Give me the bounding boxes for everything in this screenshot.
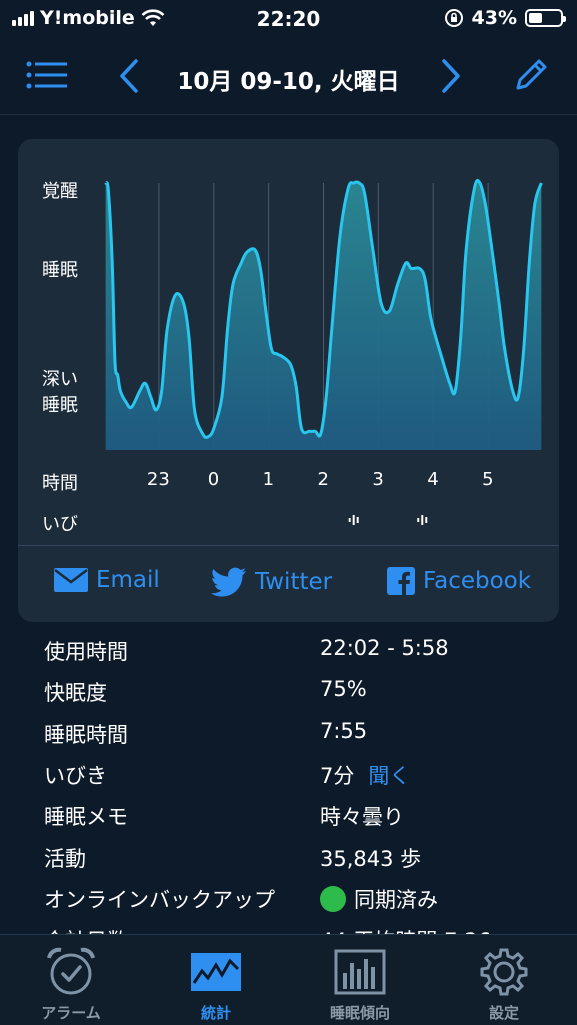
share-facebook-button[interactable]: Facebook (387, 567, 531, 595)
stat-label: いびき (44, 764, 107, 788)
stat-label: 快眠度 (44, 681, 107, 705)
tab-label: 睡眠傾向 (329, 1004, 390, 1022)
stat-value: 22:02 - 5:58 (320, 636, 449, 660)
tab-bar: アラーム 統計 睡眠傾向 設定 (0, 934, 577, 1025)
stat-row-online-backup: オンラインバックアップ 同期済み (44, 878, 564, 918)
alarm-clock-icon (47, 947, 95, 995)
page-title: 10月 09-10, 火曜日 (177, 69, 400, 95)
stat-value: 同期済み (354, 888, 438, 912)
snore-row-label: いび (42, 514, 78, 535)
stat-label: 睡眠時間 (44, 723, 128, 747)
gear-icon (480, 948, 528, 996)
stat-value: 7分 (320, 764, 355, 788)
envelope-icon (54, 568, 88, 592)
stat-row-sleep-note: 睡眠メモ 時々曇り (44, 795, 564, 835)
stat-row-snoring: いびき 7分 聞く (44, 754, 564, 794)
stat-value: 7:55 (320, 719, 368, 743)
stat-row-sleep-quality: 快眠度 75% (44, 671, 564, 711)
tab-settings[interactable]: 設定 (449, 935, 559, 1025)
x-tick-label: 2 (317, 469, 329, 490)
chevron-right-icon[interactable] (440, 58, 462, 94)
tab-label: アラーム (41, 1004, 101, 1022)
nav-bar: 10月 09-10, 火曜日 (0, 38, 577, 115)
share-twitter-button[interactable]: Twitter (211, 567, 332, 597)
share-facebook-label: Facebook (423, 568, 532, 594)
listen-snore-link[interactable]: 聞く (368, 764, 410, 788)
x-tick-label: 3 (372, 469, 384, 490)
stat-label: 活動 (44, 847, 86, 871)
snore-marker-icon[interactable] (348, 515, 359, 525)
stat-row-usage-time: 使用時間 22:02 - 5:58 (44, 630, 564, 670)
tab-alarm[interactable]: アラーム (16, 935, 126, 1025)
sync-status-dot-icon (320, 886, 346, 912)
stat-value: 75% (320, 677, 367, 701)
stat-value-wrap: 同期済み (320, 884, 438, 914)
x-tick-label: 23 (146, 469, 170, 490)
stat-value-wrap: 7分 聞く (320, 760, 410, 790)
x-tick-label: 4 (427, 469, 439, 490)
sleep-chart-card: 覚醒 睡眠 深い 睡眠 時間 23 0 1 2 3 4 5 いび Email Twitter… (18, 139, 559, 622)
battery-icon (525, 9, 566, 27)
share-twitter-label: Twitter (255, 569, 333, 595)
facebook-icon (387, 567, 415, 595)
card-divider (18, 545, 559, 546)
pencil-icon[interactable] (512, 56, 550, 94)
tab-stats[interactable]: 統計 (161, 935, 271, 1025)
tab-label: 統計 (200, 1004, 231, 1022)
share-email-label: Email (96, 567, 160, 593)
tab-sleep-trends[interactable]: 睡眠傾向 (305, 935, 415, 1025)
stat-value: 時々曇り (320, 805, 404, 829)
stat-label: 使用時間 (44, 640, 128, 664)
stats-chart-icon (191, 953, 241, 991)
sleep-chart (104, 178, 543, 525)
share-email-button[interactable]: Email (54, 567, 160, 593)
stat-row-sleep-duration: 睡眠時間 7:55 (44, 713, 564, 753)
status-bar: Y!mobile 22:20 43% (0, 0, 577, 38)
twitter-bird-icon (211, 567, 246, 597)
rotation-lock-icon (444, 9, 463, 27)
trend-bars-icon (334, 949, 386, 995)
stat-row-activity: 活動 35,843 歩 (44, 837, 564, 877)
x-tick-label: 0 (207, 469, 220, 490)
stat-label: オンラインバックアップ (44, 888, 275, 912)
x-tick-label: 5 (482, 469, 494, 490)
x-tick-label: 1 (262, 469, 275, 490)
stat-label: 睡眠メモ (44, 805, 128, 829)
x-axis-label: 時間 (42, 473, 78, 494)
battery-percent: 43% (471, 7, 517, 29)
snore-marker-icon[interactable] (417, 515, 428, 525)
stat-value: 35,843 歩 (320, 847, 422, 871)
tab-label: 設定 (488, 1004, 519, 1022)
